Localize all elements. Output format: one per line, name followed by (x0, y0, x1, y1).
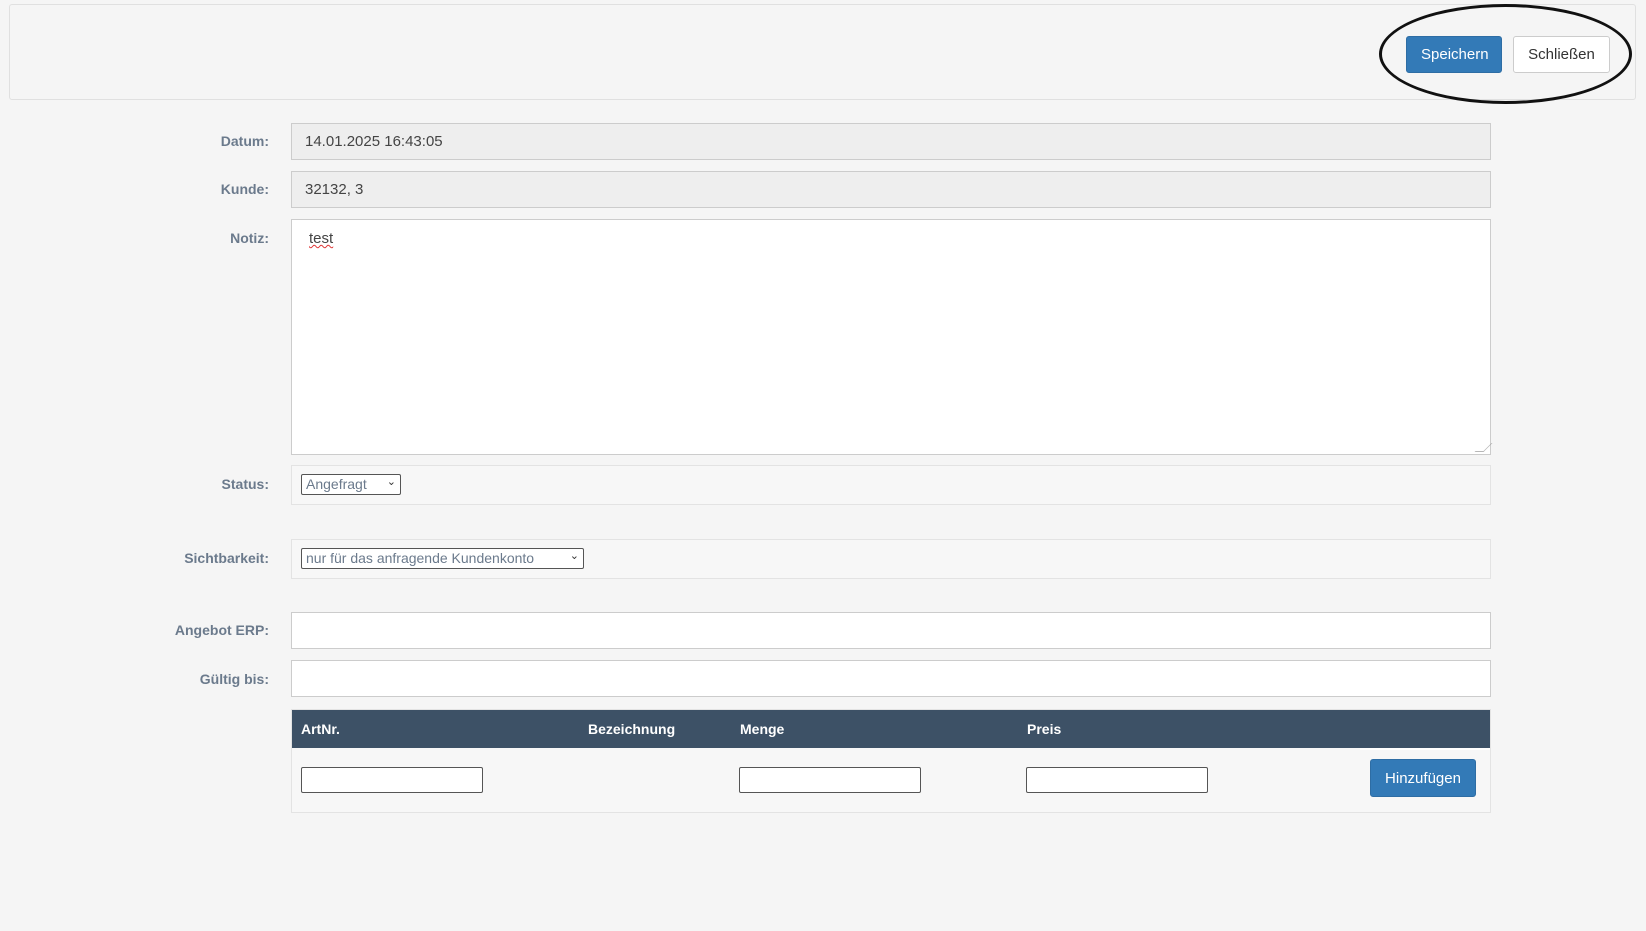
notiz-label: Notiz: (230, 230, 269, 246)
angebot-erp-label: Angebot ERP: (174, 622, 269, 638)
datum-field: 14.01.2025 16:43:05 (291, 123, 1491, 160)
gueltig-bis-input[interactable] (291, 660, 1491, 697)
angebot-erp-input[interactable] (291, 612, 1491, 649)
header-bezeichnung: Bezeichnung (588, 721, 676, 737)
add-button[interactable]: Hinzufügen (1370, 759, 1476, 797)
notiz-text: test (309, 230, 334, 247)
header-menge: Menge (740, 721, 785, 737)
save-button[interactable]: Speichern (1406, 36, 1502, 73)
close-button[interactable]: Schließen (1513, 36, 1610, 73)
status-row: Angefragt ⌄ (291, 465, 1491, 505)
chevron-down-icon: ⌄ (569, 550, 579, 562)
menge-input[interactable] (739, 767, 921, 793)
preis-input[interactable] (1026, 767, 1208, 793)
chevron-down-icon: ⌄ (386, 476, 396, 488)
article-table: ArtNr. Bezeichnung Menge Preis Hinzufüge… (291, 709, 1491, 813)
artnr-input[interactable] (301, 767, 483, 793)
kunde-field: 32132, 3 (291, 171, 1491, 208)
header-artnr: ArtNr. (301, 721, 340, 737)
resize-grip-icon[interactable] (1474, 443, 1493, 452)
datum-label: Datum: (220, 133, 269, 149)
sichtbarkeit-selected-value: nur für das anfragende Kundenkonto (306, 550, 535, 566)
sichtbarkeit-row: nur für das anfragende Kundenkonto ⌄ (291, 539, 1491, 579)
status-label: Status: (221, 476, 269, 492)
status-selected-value: Angefragt (306, 476, 367, 492)
gueltig-bis-label: Gültig bis: (199, 671, 269, 687)
notiz-textarea[interactable]: test (291, 219, 1493, 455)
status-select[interactable]: Angefragt ⌄ (301, 474, 401, 495)
header-divider (1360, 748, 1490, 750)
table-header: ArtNr. Bezeichnung Menge Preis (292, 710, 1490, 748)
sichtbarkeit-label: Sichtbarkeit: (184, 550, 269, 566)
header-preis: Preis (1027, 721, 1062, 737)
kunde-label: Kunde: (220, 181, 269, 197)
sichtbarkeit-select[interactable]: nur für das anfragende Kundenkonto ⌄ (301, 548, 584, 569)
top-toolbar (9, 4, 1636, 100)
